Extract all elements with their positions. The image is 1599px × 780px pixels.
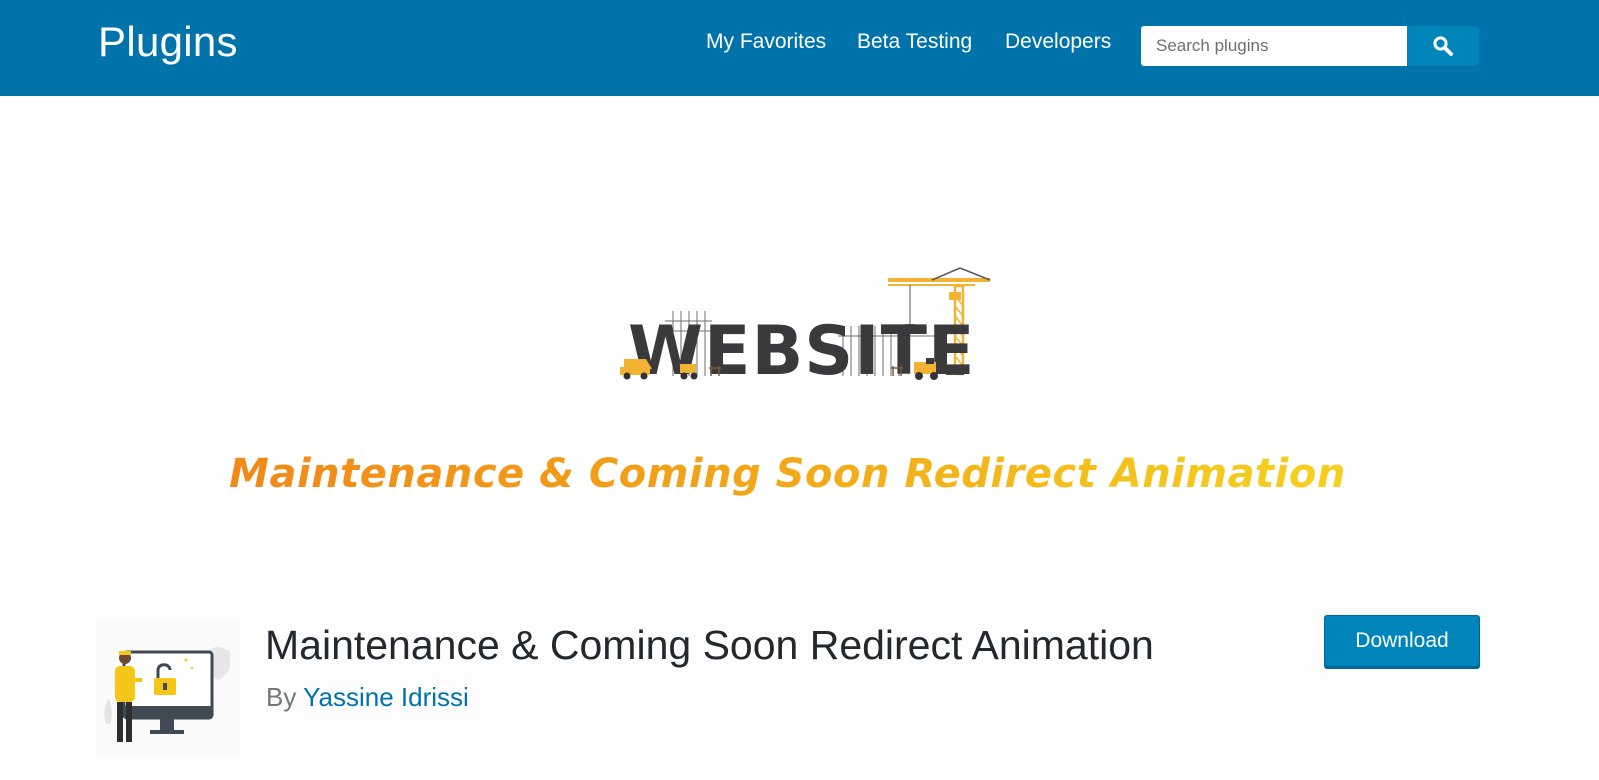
author-link[interactable]: Yassine Idrissi: [303, 682, 469, 712]
search-button[interactable]: [1407, 26, 1479, 66]
website-logo-text: WEBSITE: [628, 312, 975, 391]
lock-screen-illustration: [104, 646, 230, 742]
plugin-header: Maintenance & Coming Soon Redirect Anima…: [0, 588, 1599, 780]
site-title-link[interactable]: Plugins: [98, 18, 238, 66]
plugin-icon: [96, 618, 240, 758]
site-header: Plugins My Favorites Beta Testing Develo…: [0, 0, 1599, 96]
search-form: [1141, 26, 1479, 66]
nav-developers[interactable]: Developers: [1005, 30, 1111, 54]
nav-my-favorites[interactable]: My Favorites: [706, 30, 826, 54]
banner-caption: Maintenance & Coming Soon Redirect Anima…: [0, 451, 1575, 497]
banner-illustration: WEBSITE: [620, 267, 991, 391]
byline-prefix: By: [266, 682, 297, 712]
plugin-banner: WEBSITE Maintenance & Coming Soon Redire…: [0, 96, 1599, 588]
nav-beta-testing[interactable]: Beta Testing: [857, 30, 972, 54]
plugin-title: Maintenance & Coming Soon Redirect Anima…: [265, 622, 1154, 668]
plugin-byline: By Yassine Idrissi: [266, 682, 469, 713]
download-button[interactable]: Download: [1324, 615, 1480, 667]
search-input[interactable]: [1141, 26, 1407, 66]
search-icon: [1407, 35, 1479, 57]
